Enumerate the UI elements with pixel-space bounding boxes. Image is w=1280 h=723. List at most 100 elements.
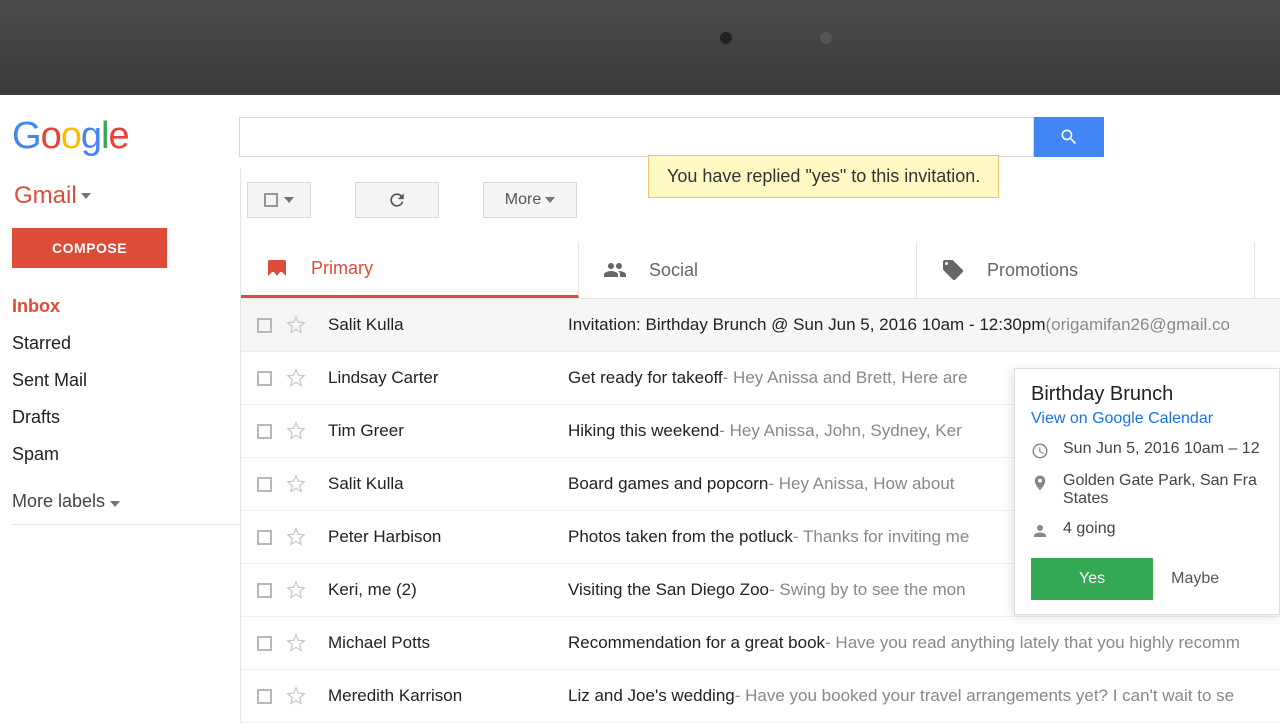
search-input[interactable] (239, 117, 1034, 157)
star-button[interactable] (286, 633, 306, 653)
star-button[interactable] (286, 474, 306, 494)
row-checkbox[interactable] (257, 689, 272, 704)
email-sender: Tim Greer (328, 421, 568, 441)
email-preview: - Hey Anissa, How about (768, 474, 954, 494)
search-form (239, 117, 1104, 157)
email-sender: Lindsay Carter (328, 368, 568, 388)
more-button-label: More (505, 191, 541, 209)
row-checkbox[interactable] (257, 318, 272, 333)
row-checkbox[interactable] (257, 530, 272, 545)
event-popup: Birthday Brunch View on Google Calendar … (1014, 368, 1280, 615)
event-location-text: Golden Gate Park, San Fra States (1063, 472, 1263, 508)
search-icon (1059, 127, 1079, 147)
gmail-label-text: Gmail (14, 182, 77, 210)
compose-button[interactable]: COMPOSE (12, 228, 167, 268)
email-sender: Michael Potts (328, 633, 568, 653)
person-icon (1031, 522, 1049, 540)
inbox-icon (265, 257, 289, 281)
email-row[interactable]: Meredith KarrisonLiz and Joe's wedding -… (241, 670, 1280, 723)
event-going: 4 going (1031, 520, 1263, 540)
caret-down-icon (545, 197, 555, 203)
event-title: Birthday Brunch (1031, 383, 1263, 406)
event-location: Golden Gate Park, San Fra States (1031, 472, 1263, 508)
google-logo: Google (12, 115, 129, 158)
email-preview: - Have you booked your travel arrangemen… (735, 686, 1234, 706)
email-sender: Peter Harbison (328, 527, 568, 547)
tab-label: Primary (311, 258, 373, 279)
email-sender: Meredith Karrison (328, 686, 568, 706)
rsvp-notice: You have replied "yes" to this invitatio… (648, 155, 999, 198)
caret-down-icon (110, 501, 120, 507)
row-checkbox[interactable] (257, 424, 272, 439)
nav-sent[interactable]: Sent Mail (12, 362, 240, 399)
header: Google (0, 95, 1280, 168)
row-checkbox[interactable] (257, 636, 272, 651)
refresh-icon (387, 190, 407, 210)
refresh-button[interactable] (355, 182, 439, 218)
email-sender: Salit Kulla (328, 474, 568, 494)
star-button[interactable] (286, 315, 306, 335)
email-row[interactable]: Salit KullaInvitation: Birthday Brunch @… (241, 299, 1280, 352)
star-button[interactable] (286, 686, 306, 706)
camera-dot (820, 32, 832, 44)
event-time: Sun Jun 5, 2016 10am – 12 (1031, 440, 1263, 460)
nav-inbox[interactable]: Inbox (12, 288, 240, 325)
email-preview: - Swing by to see the mon (769, 580, 966, 600)
email-preview: - Thanks for inviting me (793, 527, 969, 547)
rsvp-buttons: Yes Maybe (1031, 558, 1263, 600)
rsvp-yes-button[interactable]: Yes (1031, 558, 1153, 600)
device-bezel (0, 0, 1280, 95)
tab-promotions[interactable]: Promotions (917, 242, 1255, 298)
view-calendar-link[interactable]: View on Google Calendar (1031, 410, 1213, 427)
event-going-text: 4 going (1063, 520, 1116, 538)
email-row[interactable]: Michael PottsRecommendation for a great … (241, 617, 1280, 670)
email-subject: Photos taken from the potluck (568, 527, 793, 547)
email-preview: (origamifan26@gmail.co (1045, 315, 1230, 335)
tab-social[interactable]: Social (579, 242, 917, 298)
people-icon (603, 258, 627, 282)
email-subject: Liz and Joe's wedding (568, 686, 735, 706)
star-button[interactable] (286, 527, 306, 547)
event-time-text: Sun Jun 5, 2016 10am – 12 (1063, 440, 1260, 458)
star-button[interactable] (286, 580, 306, 600)
more-labels-button[interactable]: More labels (12, 491, 240, 525)
tab-label: Promotions (987, 260, 1078, 281)
email-subject: Board games and popcorn (568, 474, 768, 494)
star-button[interactable] (286, 421, 306, 441)
star-button[interactable] (286, 368, 306, 388)
email-sender: Keri, me (2) (328, 580, 568, 600)
tab-primary[interactable]: Primary (241, 242, 579, 298)
location-icon (1031, 474, 1049, 492)
caret-down-icon (284, 197, 294, 203)
row-checkbox[interactable] (257, 583, 272, 598)
nav-list: Inbox Starred Sent Mail Drafts Spam (12, 288, 240, 473)
nav-spam[interactable]: Spam (12, 436, 240, 473)
camera-dot (720, 32, 732, 44)
email-subject: Hiking this weekend (568, 421, 719, 441)
checkbox-icon (264, 193, 278, 207)
caret-down-icon (81, 193, 91, 199)
email-subject: Recommendation for a great book (568, 633, 825, 653)
nav-drafts[interactable]: Drafts (12, 399, 240, 436)
email-subject: Get ready for takeoff (568, 368, 723, 388)
more-button[interactable]: More (483, 182, 577, 218)
email-subject: Invitation: Birthday Brunch @ Sun Jun 5,… (568, 315, 1045, 335)
nav-starred[interactable]: Starred (12, 325, 240, 362)
email-preview: - Hey Anissa, John, Sydney, Ker (719, 421, 962, 441)
tab-label: Social (649, 260, 698, 281)
row-checkbox[interactable] (257, 477, 272, 492)
email-sender: Salit Kulla (328, 315, 568, 335)
category-tabs: Primary Social Promotions (241, 242, 1280, 299)
tag-icon (941, 258, 965, 282)
search-button[interactable] (1034, 117, 1104, 157)
rsvp-maybe-button[interactable]: Maybe (1171, 570, 1219, 588)
row-checkbox[interactable] (257, 371, 272, 386)
email-subject: Visiting the San Diego Zoo (568, 580, 769, 600)
clock-icon (1031, 442, 1049, 460)
more-labels-text: More labels (12, 491, 105, 511)
select-all-button[interactable] (247, 182, 311, 218)
email-preview: - Have you read anything lately that you… (825, 633, 1240, 653)
sidebar: Gmail COMPOSE Inbox Starred Sent Mail Dr… (0, 168, 240, 723)
email-preview: - Hey Anissa and Brett, Here are (723, 368, 968, 388)
gmail-dropdown[interactable]: Gmail (12, 176, 240, 228)
